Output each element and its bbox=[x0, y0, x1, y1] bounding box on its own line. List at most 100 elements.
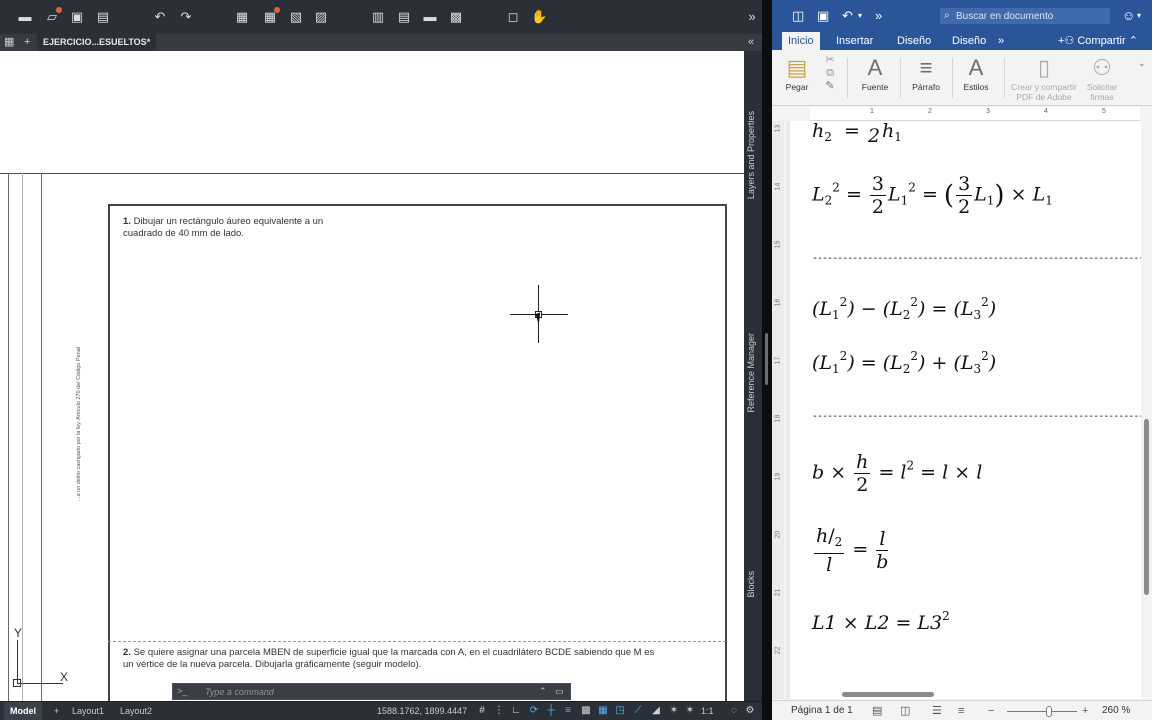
publish-icon[interactable]: ▧ bbox=[288, 9, 304, 25]
tabs-collapse-icon[interactable]: « bbox=[748, 35, 754, 50]
polar-icon[interactable]: ⟳ bbox=[528, 705, 540, 717]
cut-icon[interactable]: ✂ bbox=[822, 54, 838, 67]
ribbon-expand-icon[interactable]: ⌄ bbox=[1138, 58, 1146, 69]
command-customize-icon[interactable]: ▭ bbox=[555, 684, 564, 699]
draft-view-icon[interactable]: ≡ bbox=[958, 704, 964, 718]
more-tabs-icon[interactable]: » bbox=[992, 32, 1010, 50]
paragraph-button[interactable]: ≡ Párrafo bbox=[906, 54, 946, 104]
undo-icon[interactable]: ↶ bbox=[152, 9, 168, 25]
more-commands-icon[interactable]: » bbox=[875, 8, 882, 24]
document-page[interactable]: h2 = 2 h1 L22 = 3 2 L12 = (3 2 L1) × L1 -----… bbox=[790, 121, 1142, 699]
plot-icon[interactable]: ▦ bbox=[262, 7, 280, 25]
new-file-icon[interactable]: ▬ bbox=[17, 9, 33, 25]
zoom-out-icon[interactable]: − bbox=[988, 704, 994, 718]
request-signatures-button[interactable]: ⚇ Solicitar firmas bbox=[1082, 54, 1122, 104]
collapse-panel-icon[interactable]: » bbox=[744, 9, 760, 25]
tab-insertar[interactable]: Insertar bbox=[830, 32, 879, 50]
open-file-icon[interactable]: ▱ bbox=[44, 7, 62, 25]
save-icon[interactable]: ▣ bbox=[817, 8, 829, 24]
command-input[interactable] bbox=[205, 685, 505, 698]
annotation-visibility-icon[interactable]: ✶ bbox=[668, 705, 680, 717]
search-input[interactable] bbox=[956, 9, 1106, 23]
ucs-icon: Y X bbox=[8, 626, 78, 696]
tab-diseno-layout[interactable]: Diseño bbox=[946, 32, 992, 50]
adobe-pdf-button[interactable]: ▯ Crear y compartir PDF de Adobe bbox=[1008, 54, 1080, 104]
print-icon[interactable]: ▦ bbox=[234, 9, 250, 25]
palette-blocks[interactable]: Blocks bbox=[746, 571, 756, 598]
palette-bar: Layers and Properties Reference Manager … bbox=[744, 51, 762, 701]
word-window: ◫ ▣ ↶ ▾ » ⌕ ☺ ▾ Inicio Insertar Diseño D… bbox=[772, 0, 1152, 720]
feedback-dropdown-icon[interactable]: ▾ bbox=[1137, 8, 1141, 24]
search-box[interactable]: ⌕ bbox=[940, 8, 1110, 24]
horizontal-scrollbar[interactable] bbox=[786, 689, 1141, 699]
add-layout-icon[interactable]: + bbox=[48, 702, 65, 720]
command-history-icon[interactable]: ⌃ bbox=[539, 684, 547, 699]
undo-icon[interactable]: ↶ bbox=[842, 8, 853, 24]
tab-inicio[interactable]: Inicio bbox=[782, 32, 820, 50]
font-button[interactable]: A Fuente bbox=[856, 54, 894, 104]
pan-hand-icon[interactable]: ✋ bbox=[531, 9, 547, 25]
copyright-note: ...a un delito castigado por la ley. Art… bbox=[76, 347, 82, 501]
paste-button[interactable]: ▤ Pegar bbox=[782, 54, 812, 104]
document-tab[interactable]: EJERCICIO...ESUELTOS* bbox=[37, 34, 157, 51]
divider-grip[interactable] bbox=[765, 333, 768, 385]
zoom-in-icon[interactable]: + bbox=[1082, 704, 1088, 718]
folder-icon[interactable]: ▬ bbox=[422, 9, 438, 25]
document-area[interactable]: h2 = 2 h1 L22 = 3 2 L12 = (3 2 L1) × L1 -----… bbox=[786, 121, 1142, 699]
page-setup-icon[interactable]: ▤ bbox=[396, 9, 412, 25]
save-icon[interactable]: ▣ bbox=[69, 9, 85, 25]
ortho-icon[interactable]: ∟ bbox=[510, 705, 522, 717]
search-icon: ⌕ bbox=[944, 10, 950, 21]
zoom-slider-knob[interactable] bbox=[1046, 706, 1052, 717]
scale-selector[interactable]: 1:1 bbox=[695, 702, 720, 720]
lineweight-icon[interactable]: ≡ bbox=[562, 705, 574, 717]
selection-cycling-icon[interactable]: ▦ bbox=[597, 705, 609, 717]
workspace-icon[interactable]: ◌ bbox=[728, 705, 740, 717]
new-tab-icon[interactable]: + bbox=[24, 35, 30, 50]
share-icon[interactable]: ▩ bbox=[448, 9, 464, 25]
app-menu-icon[interactable]: ▦ bbox=[4, 35, 14, 50]
palette-layers[interactable]: Layers and Properties bbox=[746, 111, 756, 199]
palette-reference-manager[interactable]: Reference Manager bbox=[746, 333, 756, 413]
page-count[interactable]: Página 1 de 1 bbox=[791, 701, 853, 720]
tab-layout1[interactable]: Layout1 bbox=[66, 702, 110, 720]
tab-diseno[interactable]: Diseño bbox=[891, 32, 937, 50]
print-layout-icon[interactable]: ▤ bbox=[872, 704, 882, 718]
tab-layout2[interactable]: Layout2 bbox=[114, 702, 158, 720]
annotation-icon[interactable]: ◢ bbox=[650, 705, 662, 717]
export-icon[interactable]: ▨ bbox=[313, 9, 329, 25]
save-as-icon[interactable]: ▤ bbox=[95, 9, 111, 25]
dynamic-ucs-icon[interactable]: ⟋ bbox=[632, 705, 644, 717]
settings-gear-icon[interactable]: ⚙ bbox=[744, 705, 756, 717]
web-layout-icon[interactable]: ◫ bbox=[900, 704, 910, 718]
equation-sum: (L12) = (L22) + (L32) bbox=[812, 349, 997, 376]
sidebar-toggle-icon[interactable]: ◫ bbox=[792, 8, 804, 24]
share-button[interactable]: +⚇ Compartir ⌃ bbox=[1052, 32, 1144, 50]
horizontal-ruler[interactable]: 1 2 3 4 5 bbox=[810, 107, 1140, 121]
grid-icon[interactable]: # bbox=[476, 705, 488, 717]
vertical-scrollbar[interactable] bbox=[1141, 121, 1152, 699]
transparency-icon[interactable]: ▩ bbox=[580, 705, 592, 717]
sheet-set-icon[interactable]: ▥ bbox=[370, 9, 386, 25]
redo-icon[interactable]: ↷ bbox=[178, 9, 194, 25]
zoom-window-icon[interactable]: ◻ bbox=[505, 9, 521, 25]
vertical-ruler[interactable]: 13 14 15 16 17 18 19 20 21 22 bbox=[772, 121, 784, 699]
3d-osnap-icon[interactable]: ◳ bbox=[614, 705, 626, 717]
undo-dropdown-icon[interactable]: ▾ bbox=[858, 8, 862, 24]
vertical-scroll-thumb[interactable] bbox=[1144, 419, 1149, 595]
smiley-feedback-icon[interactable]: ☺ bbox=[1122, 8, 1135, 24]
osnap-icon[interactable]: ┼ bbox=[545, 705, 557, 717]
horizontal-scroll-thumb[interactable] bbox=[842, 692, 934, 697]
drawing-canvas[interactable]: 1. Dibujar un rectángulo áureo equivalen… bbox=[0, 51, 744, 701]
tab-model[interactable]: Model bbox=[4, 702, 42, 720]
pdf-share-icon: ▯ bbox=[1037, 55, 1051, 80]
zoom-level[interactable]: 260 % bbox=[1102, 701, 1130, 720]
zoom-slider[interactable] bbox=[1007, 711, 1077, 712]
styles-button[interactable]: A Estilos bbox=[958, 54, 994, 104]
split-divider[interactable] bbox=[762, 0, 772, 720]
format-painter-icon[interactable]: ✎ bbox=[822, 80, 838, 93]
snap-icon[interactable]: ⋮ bbox=[493, 705, 505, 717]
word-status-bar: Página 1 de 1 ▤ ◫ ☰ ≡ − + 260 % bbox=[772, 700, 1152, 720]
copy-icon[interactable]: ⧉ bbox=[822, 67, 838, 80]
outline-view-icon[interactable]: ☰ bbox=[932, 704, 942, 718]
